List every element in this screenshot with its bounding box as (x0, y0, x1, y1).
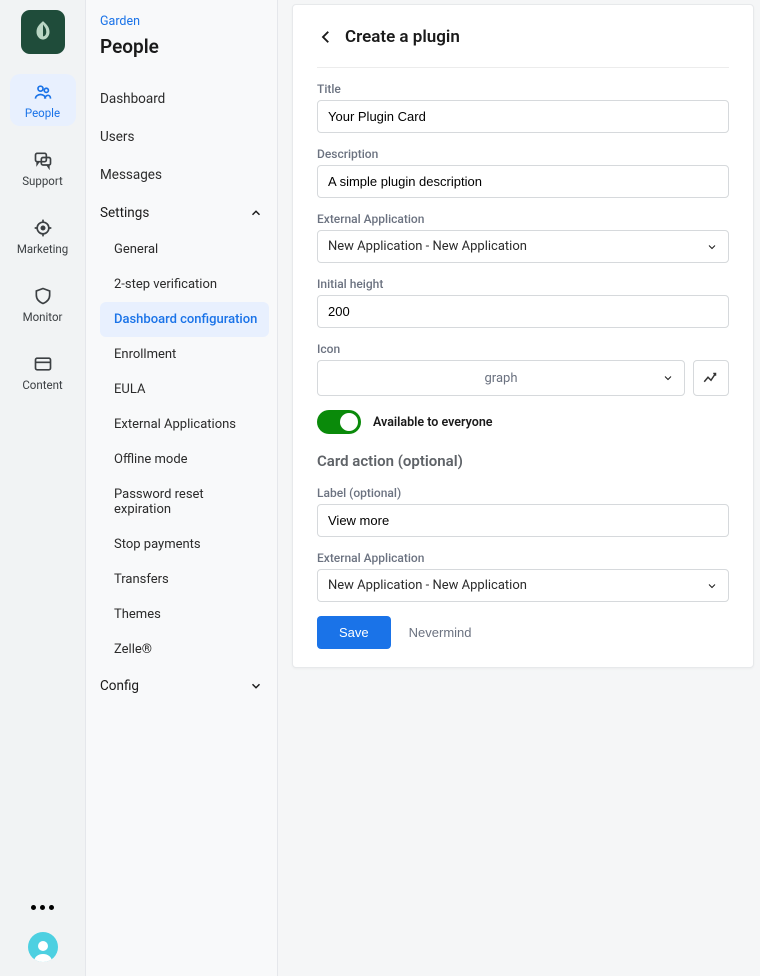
external-app-label: External Application (317, 212, 729, 226)
action-extapp-value: New Application - New Application (328, 578, 527, 593)
rail-item-monitor[interactable]: Monitor (10, 278, 76, 330)
rail-item-marketing[interactable]: Marketing (10, 210, 76, 262)
rail-item-label: Support (22, 174, 63, 188)
action-extapp-select[interactable]: New Application - New Application (317, 569, 729, 602)
save-button[interactable]: Save (317, 616, 391, 649)
title-label: Title (317, 82, 729, 96)
sidebar-item-themes[interactable]: Themes (100, 597, 269, 632)
height-input[interactable] (317, 295, 729, 328)
external-app-value: New Application - New Application (328, 239, 527, 254)
chevron-down-icon (706, 241, 718, 253)
icon-value: graph (485, 371, 518, 386)
sidebar-section-label: Settings (100, 205, 149, 221)
layout-icon (33, 354, 53, 374)
rail-item-people[interactable]: People (10, 74, 76, 126)
rail-item-label: Monitor (23, 310, 63, 324)
chat-icon (33, 150, 53, 170)
shield-icon (33, 286, 53, 306)
sidebar: Garden People Dashboard Users Messages S… (86, 0, 278, 976)
description-input[interactable] (317, 165, 729, 198)
icon-select[interactable]: graph (317, 360, 685, 396)
sidebar-item-password-reset[interactable]: Password reset expiration (100, 477, 269, 527)
target-icon (33, 218, 53, 238)
available-toggle[interactable] (317, 410, 361, 434)
height-label: Initial height (317, 277, 729, 291)
people-icon (33, 82, 53, 102)
back-icon[interactable] (317, 28, 335, 46)
sidebar-item-offline[interactable]: Offline mode (100, 442, 269, 477)
icon-label: Icon (317, 342, 729, 356)
create-plugin-panel: Create a plugin Title Description Extern… (292, 4, 754, 668)
rail-item-label: Content (22, 378, 62, 392)
panel-title: Create a plugin (345, 27, 460, 47)
action-extapp-label: External Application (317, 551, 729, 565)
rail-item-label: People (25, 106, 60, 120)
cancel-button[interactable]: Nevermind (409, 625, 472, 640)
main: Create a plugin Title Description Extern… (278, 0, 760, 976)
chevron-down-icon (249, 679, 263, 693)
rail-item-content[interactable]: Content (10, 346, 76, 398)
sidebar-section-config[interactable]: Config (100, 667, 269, 705)
action-label-input[interactable] (317, 504, 729, 537)
sidebar-item-enrollment[interactable]: Enrollment (100, 337, 269, 372)
chevron-down-icon (706, 580, 718, 592)
more-menu[interactable] (31, 905, 54, 910)
sidebar-link-dashboard[interactable]: Dashboard (100, 80, 269, 118)
rail-item-label: Marketing (17, 242, 68, 256)
avatar[interactable] (28, 932, 58, 962)
sidebar-section-label: Config (100, 678, 139, 694)
sidebar-section-settings[interactable]: Settings (100, 194, 269, 232)
sidebar-link-messages[interactable]: Messages (100, 156, 269, 194)
description-label: Description (317, 147, 729, 161)
sidebar-item-general[interactable]: General (100, 232, 269, 267)
breadcrumb[interactable]: Garden (100, 14, 140, 29)
sidebar-item-2step[interactable]: 2-step verification (100, 267, 269, 302)
rail-item-support[interactable]: Support (10, 142, 76, 194)
sidebar-link-users[interactable]: Users (100, 118, 269, 156)
sidebar-item-dashboard-config[interactable]: Dashboard configuration (100, 302, 269, 337)
title-input[interactable] (317, 100, 729, 133)
action-label-label: Label (optional) (317, 486, 729, 500)
sidebar-title: People (100, 35, 269, 58)
sidebar-item-stop-payments[interactable]: Stop payments (100, 527, 269, 562)
card-action-header: Card action (optional) (317, 452, 729, 470)
sidebar-item-eula[interactable]: EULA (100, 372, 269, 407)
sidebar-item-zelle[interactable]: Zelle® (100, 632, 269, 667)
available-toggle-label: Available to everyone (373, 415, 493, 430)
app-logo[interactable] (21, 10, 65, 54)
sidebar-item-transfers[interactable]: Transfers (100, 562, 269, 597)
external-app-select[interactable]: New Application - New Application (317, 230, 729, 263)
chevron-down-icon (662, 372, 674, 384)
icon-preview (693, 360, 729, 396)
sidebar-item-external-apps[interactable]: External Applications (100, 407, 269, 442)
graph-icon (702, 369, 720, 387)
chevron-up-icon (249, 206, 263, 220)
nav-rail: People Support Marketing Monitor Content (0, 0, 86, 976)
